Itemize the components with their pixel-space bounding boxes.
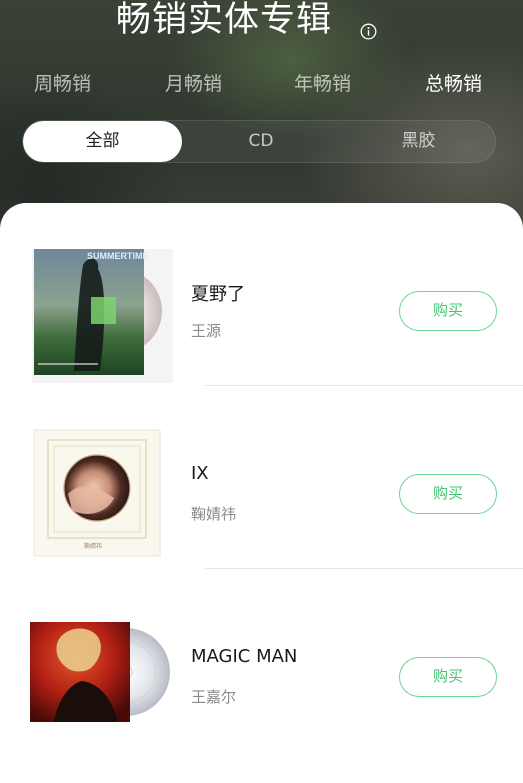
album-list: SUMMERTIME 夏野了 王源 购买 鞠婧祎 IX 鞠婧祎 购买 MAGIC…: [0, 203, 523, 783]
tab-total-bestseller[interactable]: 总畅销: [425, 70, 482, 98]
album-cover[interactable]: 鞠婧祎: [28, 428, 173, 568]
list-item[interactable]: SUMMERTIME 夏野了 王源 购买: [0, 203, 523, 386]
album-title[interactable]: IX: [191, 463, 209, 484]
buy-button[interactable]: 购买: [399, 657, 497, 697]
album-artist[interactable]: 王嘉尔: [191, 686, 236, 707]
list-item[interactable]: MAGIC MAN 王嘉尔 购买: [0, 569, 523, 752]
album-cover[interactable]: SUMMERTIME: [28, 245, 173, 385]
buy-button[interactable]: 购买: [399, 291, 497, 331]
filter-all[interactable]: 全部: [23, 121, 182, 162]
tab-monthly-bestseller[interactable]: 月畅销: [165, 70, 222, 98]
svg-text:鞠婧祎: 鞠婧祎: [84, 542, 102, 550]
info-circle-icon[interactable]: [360, 23, 377, 40]
page-title: 畅销实体专辑: [116, 0, 333, 40]
album-cover-cd-icon: SUMMERTIME: [32, 249, 173, 383]
tab-yearly-bestseller[interactable]: 年畅销: [294, 70, 351, 98]
filter-vinyl[interactable]: 黑胶: [340, 121, 497, 162]
album-title[interactable]: MAGIC MAN: [191, 646, 297, 667]
list-item[interactable]: 鞠婧祎 IX 鞠婧祎 购买: [0, 386, 523, 569]
buy-button[interactable]: 购买: [399, 474, 497, 514]
album-cover-vinyl-icon: [30, 622, 170, 722]
filter-cd[interactable]: CD: [182, 121, 340, 162]
format-filter-bar: 全部 CD 黑胶: [22, 120, 496, 163]
album-title[interactable]: 夏野了: [191, 280, 245, 306]
album-cover-portrait-icon: 鞠婧祎: [33, 429, 161, 557]
album-artist[interactable]: 王源: [191, 320, 221, 341]
svg-text:SUMMERTIME: SUMMERTIME: [87, 251, 149, 261]
album-artist[interactable]: 鞠婧祎: [191, 503, 236, 524]
album-cover[interactable]: [28, 611, 173, 751]
tab-weekly-bestseller[interactable]: 周畅销: [34, 70, 91, 98]
